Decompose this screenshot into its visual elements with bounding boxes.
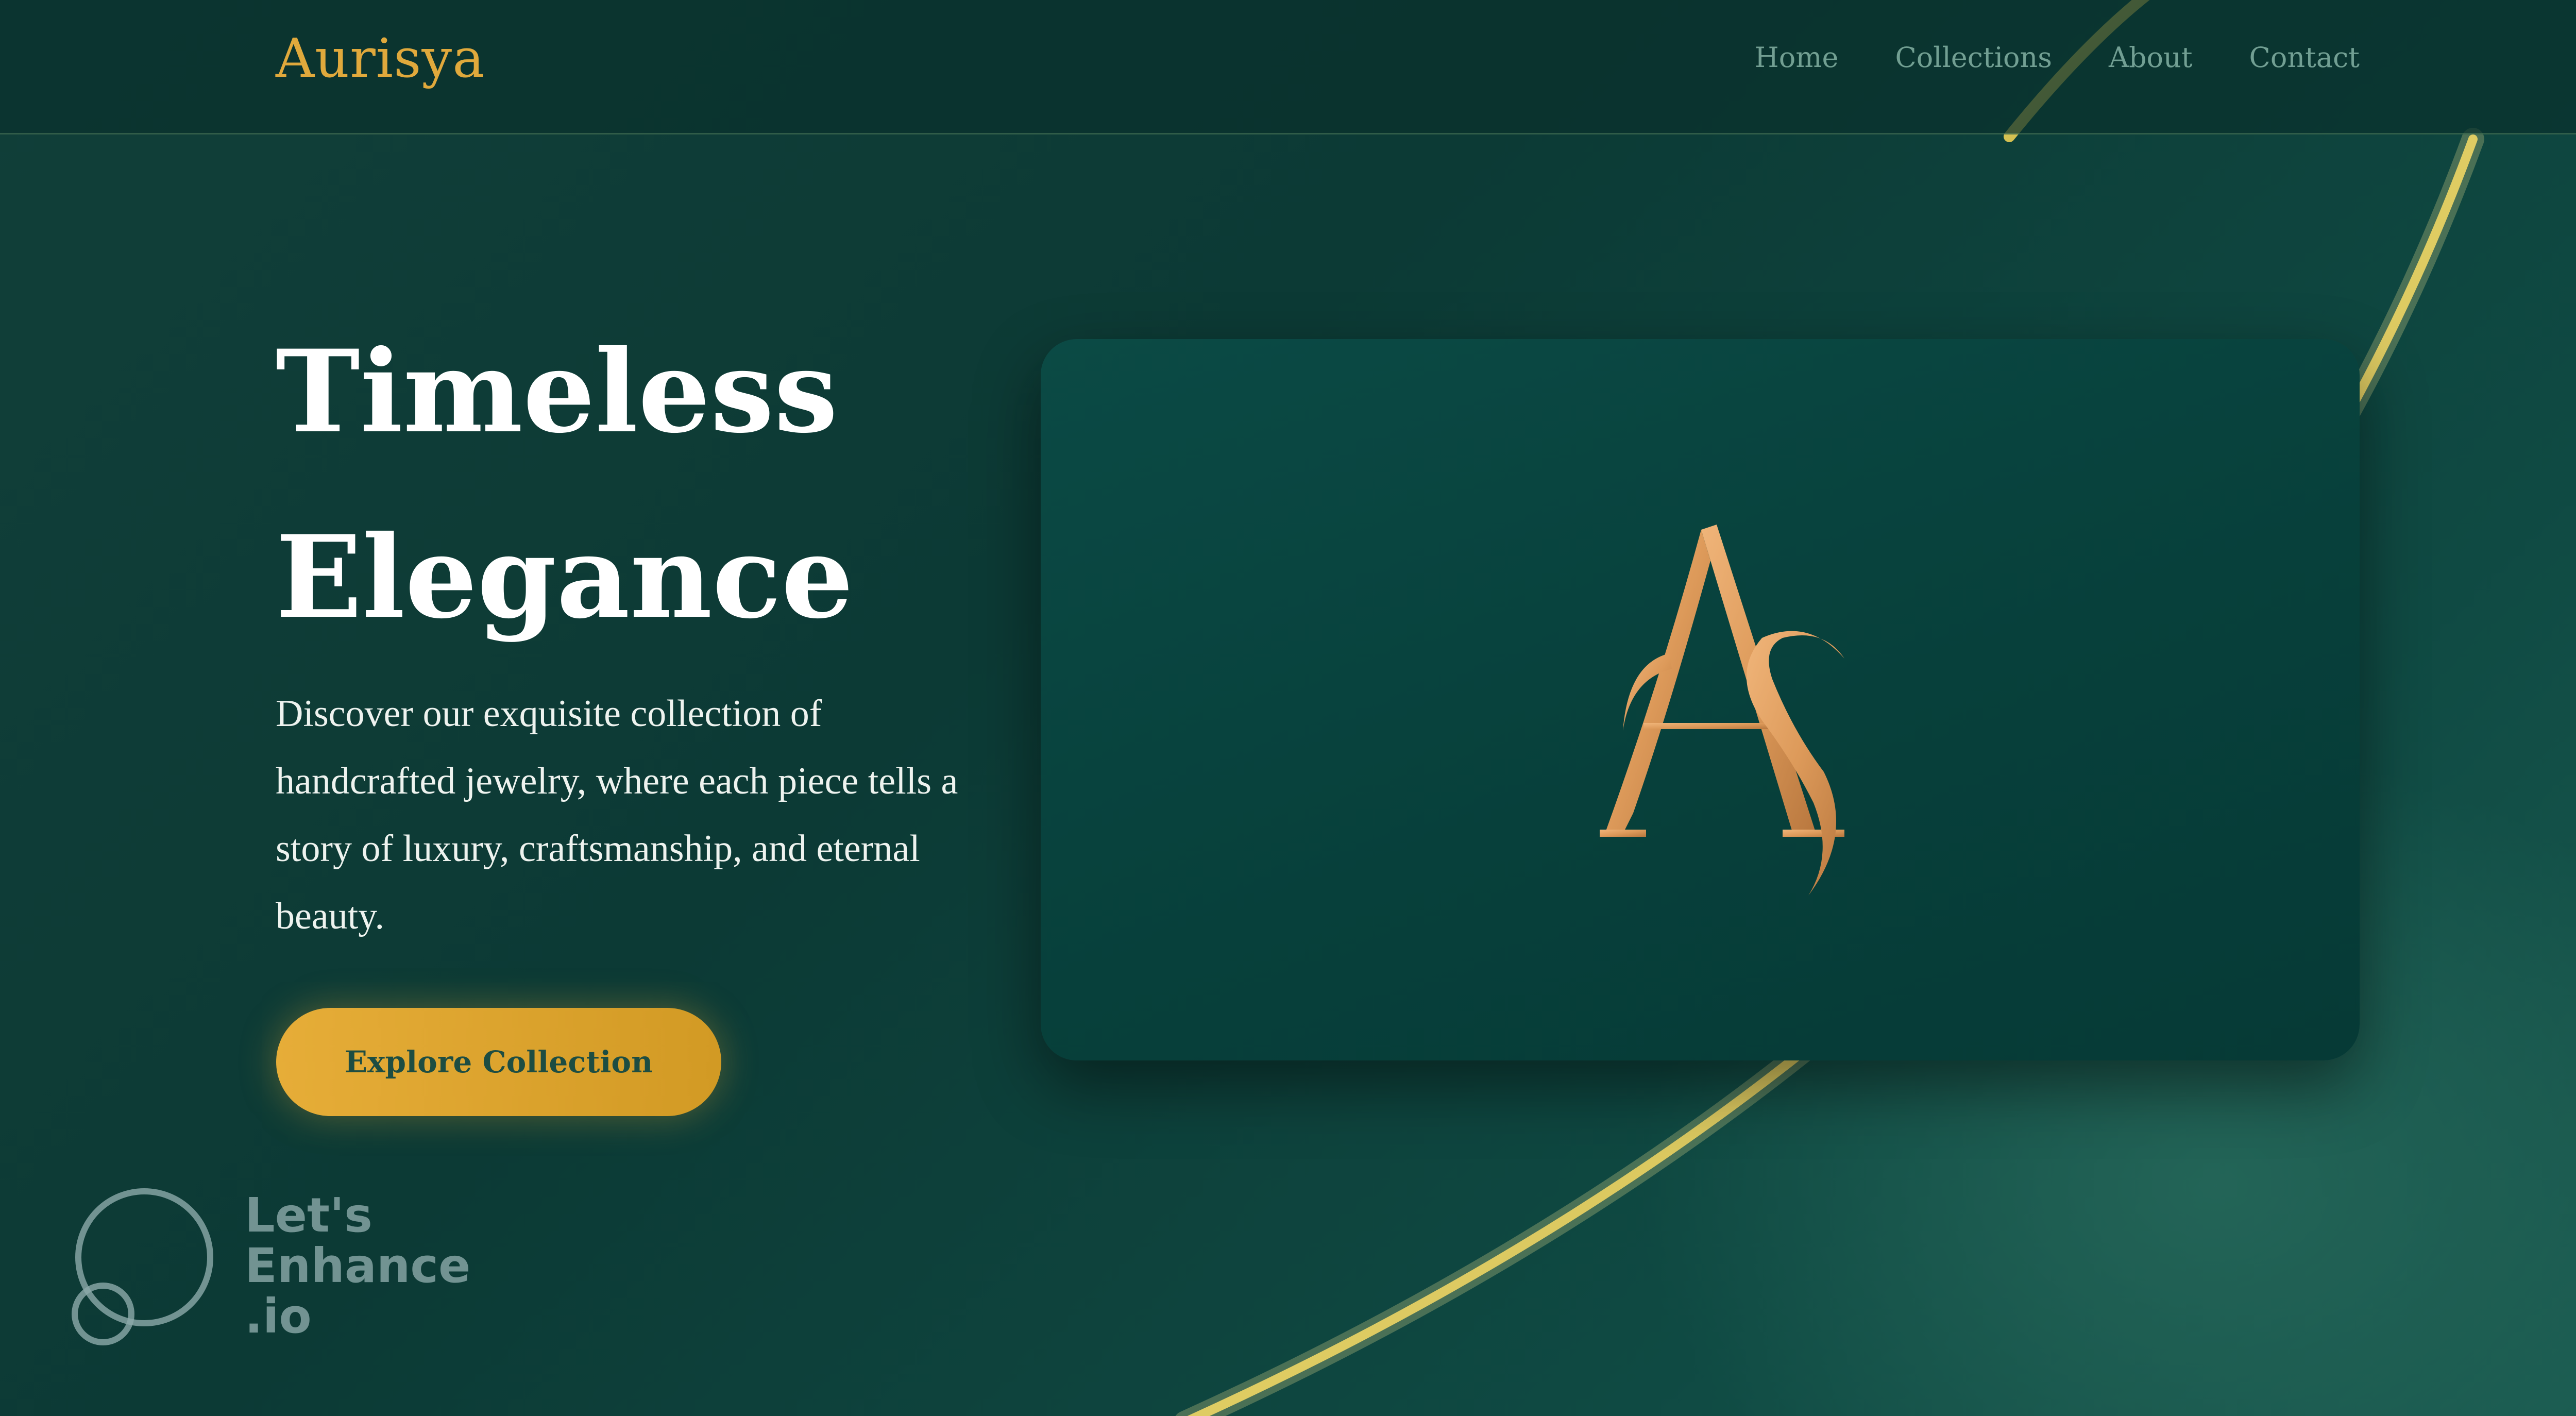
watermark-line-3: .io [245,1289,312,1344]
watermark-line-1: Let's [245,1188,372,1243]
hero-title: Timeless Elegance [276,299,997,670]
brand-logo[interactable]: Aurisya [276,27,485,90]
main-nav: Home Collections About Contact [1755,41,2360,74]
showcase-card [1041,339,2360,1060]
nav-about[interactable]: About [2109,41,2193,74]
top-navbar: Aurisya Home Collections About Contact [0,0,2576,134]
nav-home[interactable]: Home [1755,41,1839,74]
nav-collections[interactable]: Collections [1895,41,2052,74]
letsenhance-watermark: Let's Enhance .io [67,1185,510,1355]
explore-collection-button[interactable]: Explore Collection [276,1008,721,1116]
nav-contact[interactable]: Contact [2249,41,2360,74]
watermark-text: Let's Enhance .io [245,1190,470,1342]
hero-title-line-2: Elegance [276,510,854,644]
hero-title-line-1: Timeless [276,325,838,458]
watermark-line-2: Enhance [245,1238,471,1293]
watermark-circle-icon [72,1188,213,1345]
monogram-icon [1600,525,1844,896]
hero-description: Discover our exquisite collection of han… [276,693,958,937]
